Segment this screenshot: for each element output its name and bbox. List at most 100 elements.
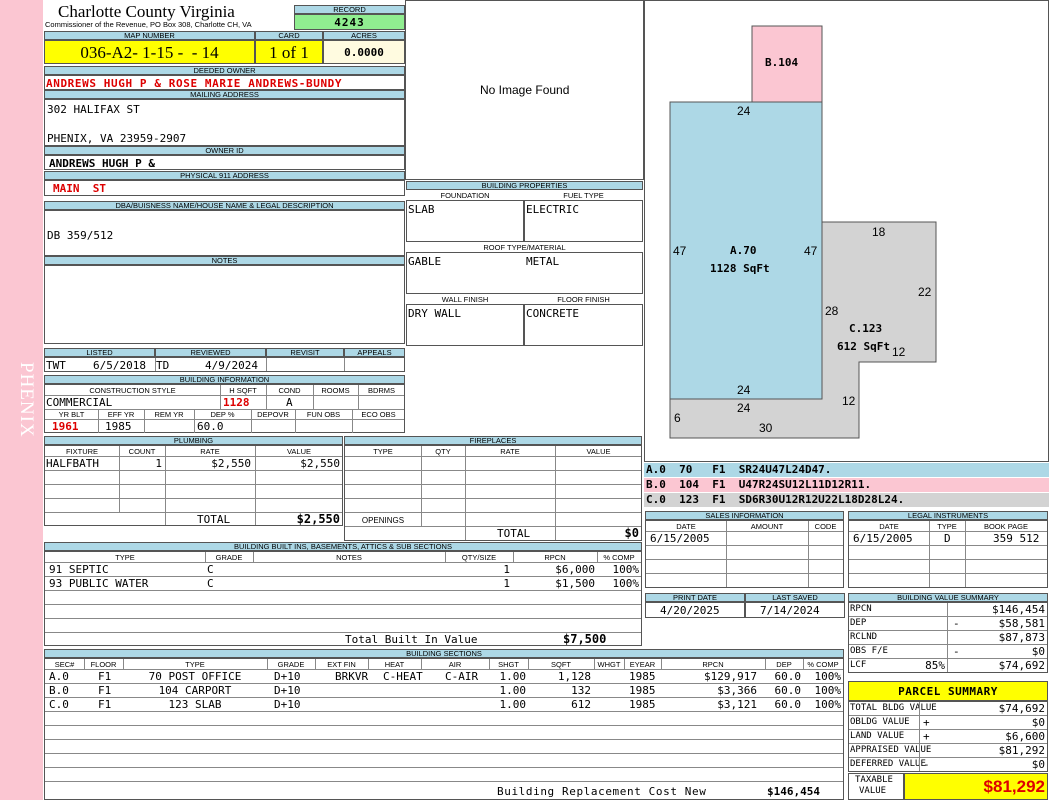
fireplaces-table: TYPE QTY RATE VALUE OPENINGS TOTAL $0 [344,445,642,541]
builtin-header-rpcn: RPCN [544,553,566,562]
sec-c-comp: 100% [814,698,842,711]
sec-header-sqft: SQFT [551,660,571,669]
roof-type: GABLE [408,255,442,268]
print-date-label: PRINT DATE [645,593,745,602]
dimension-label: 47 [673,244,687,258]
sec-b-sqft: 132 [571,684,591,697]
sales-header-amount: AMOUNT [750,522,784,531]
owner-id: ANDREWS HUGH P & [49,157,155,170]
section-a-label: A.70 [730,244,757,257]
condition: A [286,396,293,409]
vs-pct-lcf: 85% [925,659,945,672]
fireplace-header-type: TYPE [373,447,393,456]
plumbing-title: PLUMBING [44,436,343,445]
parcel-summary-title-box: PARCEL SUMMARY [848,681,1048,701]
address-line-2: PHENIX, VA 23959-2907 [47,132,187,145]
listed-by: TWT [46,359,66,372]
parcel-value-appraised: $81,292 [998,744,1045,757]
dimension-label: 6 [674,411,681,425]
parcel-summary-table: TOTAL BLDG VALUE $74,692 OBLDG VALUE + $… [848,701,1048,772]
sec-c-eyear: 1985 [629,698,656,711]
builtin-header-grade: GRADE [215,553,243,562]
vs-label-rpcn: RPCN [850,604,872,614]
legal-description: DB 359/512 [47,229,114,242]
wall-box: DRY WALL [406,304,524,346]
sec-header-sec: SEC# [54,660,75,669]
builtin-comp-1: 100% [612,563,640,576]
sec-a-floor: F1 [98,670,112,683]
sec-header-rpcn: RPCN [702,660,724,669]
dimension-label: 24 [737,104,751,118]
sec-header-shgt: SHGT [498,660,519,669]
taxable-label-1: TAXABLE [855,775,893,785]
vs-label-lcf: LCF [850,660,867,670]
sec-a-rpcn: $129,917 [704,670,757,683]
legal-bookpage: 359 512 [993,532,1040,545]
dimension-label: 30 [759,421,773,435]
sec-a-extfin: BRKVR [335,670,369,683]
cond-label: COND [278,386,301,395]
builtin-comp-2: 100% [612,577,640,590]
no-image-text: No Image Found [480,83,570,97]
parcel-label-bldg: TOTAL BLDG VALUE [850,703,937,713]
map-number-label: MAP NUMBER [44,31,255,40]
fun-obs-label: FUN OBS [306,410,341,419]
builtins-table: TYPE GRADE NOTES QTY/SIZE RPCN % COMP 91… [44,551,642,646]
sec-header-grade: GRADE [277,660,305,669]
hsqft-label: H SQFT [229,386,257,395]
value-summary-table: RPCN $146,454 DEP - $58,581 RCLND $87,87… [848,602,1048,673]
parcel-value-deferred: $0 [1031,758,1045,771]
commissioner-address: Commissioner of the Revenue, PO Box 308,… [45,20,252,29]
sec-c-id: C.0 [49,698,69,711]
sec-a-comp: 100% [814,670,842,683]
legal-date: 6/15/2005 [853,532,913,545]
sec-b-rpcn: $3,366 [717,684,757,697]
eco-obs-label: ECO OBS [361,410,396,419]
fuel-type-label: FUEL TYPE [563,191,604,200]
plumbing-table: FIXTURE COUNT RATE VALUE HALFBATH 1 $2,5… [44,445,343,526]
parcel-value-land: $6,600 [1005,730,1045,743]
legend-b: B.0 104 F1 U47R24SU12L11D12R11. [646,478,872,491]
sec-header-extfin: EXT FIN [327,660,356,669]
builtin-total-label: Total Built In Value [345,633,478,646]
card-box: 1 of 1 [255,40,323,64]
taxable-label-2: VALUE [859,786,887,796]
vs-value-lcf: $74,692 [998,659,1045,672]
card-value: 1 of 1 [269,43,309,62]
legal-header-type: TYPE [937,522,957,531]
sec-header-air: AIR [448,660,462,669]
parcel-value-bldg: $74,692 [998,702,1045,715]
parcel-sign-obldg: + [923,716,930,729]
sec-a-heat: C-HEAT [383,670,423,683]
foundation: SLAB [408,203,435,216]
record-value: 4243 [294,14,405,30]
sec-header-floor: FLOOR [90,660,117,669]
acres-label: ACRES [323,31,405,40]
deeded-owner: ANDREWS HUGH P & ROSE MARIE ANDREWS-BUND… [46,77,343,90]
sales-table: DATE AMOUNT CODE 6/15/2005 [645,520,844,588]
sketch-legend-b: B.0 104 F1 U47R24SU12L11D12R11. [644,478,1049,492]
section-a-area: 1128 SqFt [710,262,770,275]
dimension-label: 47 [804,244,818,258]
listing-row: TWT 6/5/2018 TD 4/9/2024 [44,357,405,372]
dimension-label: 24 [737,401,751,415]
value-summary-title: BUILDING VALUE SUMMARY [848,593,1048,602]
deeded-owner-label: DEEDED OWNER [44,66,405,75]
deeded-owner-box: ANDREWS HUGH P & ROSE MARIE ANDREWS-BUND… [44,75,405,90]
taxable-value: $81,292 [983,777,1045,796]
plumbing-header-count: COUNT [128,447,156,456]
mailing-address-box: 302 HALIFAX ST PHENIX, VA 23959-2907 [44,99,405,146]
foundation-label: FOUNDATION [440,191,490,200]
owner-id-box: ANDREWS HUGH P & [44,155,405,170]
record-label: RECORD [294,5,405,14]
sec-a-id: A.0 [49,670,69,683]
building-info-box: CONSTRUCTION STYLE H SQFT COND ROOMS BDR… [44,384,405,433]
sec-header-eyear: EYEAR [629,660,656,669]
physical-address-box: MAIN ST [44,180,405,196]
plumbing-value: $2,550 [300,457,340,470]
map-number: 036-A2- 1-15 - - 14 [80,43,219,62]
sec-c-floor: F1 [98,698,112,711]
sec-a-air: C-AIR [445,670,479,683]
reviewed-date: 4/9/2024 [205,359,258,372]
dimension-label: 28 [825,304,839,318]
